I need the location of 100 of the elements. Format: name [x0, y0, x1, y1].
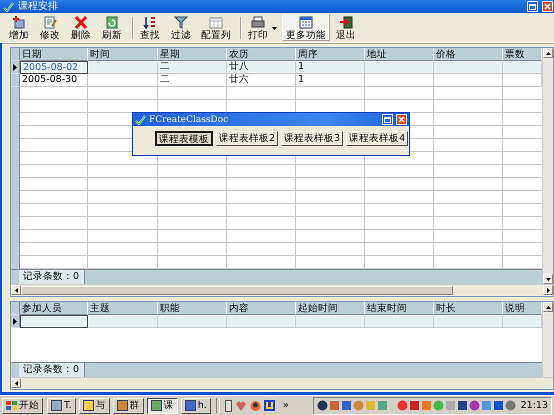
column-header[interactable]: 结束时间 [365, 302, 434, 315]
tray-icon[interactable] [468, 400, 480, 411]
template-button[interactable]: 课程表样板4 [346, 131, 408, 146]
column-header[interactable]: 内容 [227, 302, 296, 315]
current-row-icon [13, 318, 17, 324]
up-arrow-icon [546, 306, 550, 308]
maximize-button[interactable] [527, 1, 538, 12]
column-header[interactable]: 时长 [434, 302, 503, 315]
record-count: 记录条数：0 [19, 270, 85, 284]
close-button[interactable] [542, 1, 553, 12]
app-icon [150, 400, 162, 411]
table-cell [88, 315, 158, 328]
dialog-title: FCreateClassDoc [149, 114, 230, 124]
maximize-icon [529, 4, 536, 10]
tray-icon[interactable] [492, 400, 504, 411]
column-header[interactable]: 价格 [434, 48, 503, 61]
more-icons-button[interactable]: » [276, 400, 295, 411]
app-icon[interactable] [250, 400, 261, 412]
close-button[interactable] [396, 114, 407, 125]
horizontal-scrollbar[interactable] [11, 377, 553, 389]
taskbar-button[interactable]: T. [47, 398, 76, 414]
column-header[interactable]: 职能 [158, 302, 227, 315]
table-cell [88, 61, 158, 74]
app-icon [184, 400, 196, 411]
toolbar-button[interactable]: 退出 [331, 14, 361, 41]
toolbar-button[interactable]: 刷新 [97, 14, 127, 41]
column-header[interactable]: 主题 [88, 302, 158, 315]
taskbar-button[interactable]: h. [180, 398, 211, 414]
window-title: 课程安排 [18, 0, 59, 12]
refresh-icon [105, 16, 119, 28]
toolbar-button[interactable]: 删除 [66, 14, 96, 41]
tray-icon[interactable] [408, 400, 420, 411]
close-icon [544, 3, 551, 10]
column-header[interactable]: 票数 [503, 48, 542, 61]
dropdown-icon [272, 26, 277, 30]
column-header[interactable]: 说明 [503, 302, 542, 315]
table-cell [503, 315, 542, 328]
column-header[interactable]: 农历 [227, 48, 296, 61]
template-button[interactable]: 课程表样板3 [281, 131, 344, 146]
down-arrow-icon [546, 278, 550, 280]
app-icon [82, 400, 94, 411]
template-button[interactable]: 课程表样板2 [216, 131, 278, 146]
toolbar-button[interactable]: 更多功能 [282, 14, 330, 41]
table-cell: 廿八 [227, 61, 296, 74]
column-header[interactable]: 起始时间 [296, 302, 365, 315]
start-button[interactable]: 开始 [2, 398, 43, 414]
app-icon[interactable] [264, 400, 275, 411]
table-cell: 2005-08-02 [20, 61, 88, 74]
tray-icon[interactable] [340, 400, 352, 411]
find-icon [143, 16, 157, 28]
taskbar-button[interactable]: 与 [78, 398, 110, 414]
taskbar-button[interactable]: 课 [146, 398, 178, 414]
vertical-scrollbar[interactable] [542, 48, 553, 284]
vertical-scrollbar[interactable] [542, 302, 553, 377]
table-cell [365, 315, 434, 328]
left-arrow-icon [14, 380, 18, 386]
column-header[interactable]: 周序 [296, 48, 365, 61]
horizontal-scrollbar[interactable] [11, 284, 553, 296]
windows-logo-icon [6, 400, 17, 410]
tray-icon[interactable] [316, 400, 328, 411]
toolbar-button[interactable]: 配置列 [197, 14, 235, 41]
header-corner [11, 48, 20, 61]
columns-icon [209, 16, 223, 28]
delete-icon [74, 16, 88, 28]
table-cell [434, 315, 503, 328]
app-icon[interactable] [224, 400, 232, 412]
taskbar-button[interactable]: 群 [112, 398, 144, 414]
toolbar-button[interactable]: 增加 [4, 14, 34, 41]
toolbar-button[interactable]: 过滤 [166, 14, 196, 41]
edit-icon [43, 16, 57, 28]
table-cell: 1 [296, 61, 365, 74]
table-cell [227, 315, 296, 328]
table-cell [434, 61, 503, 74]
more-icon [299, 16, 313, 28]
column-header[interactable]: 日期 [20, 48, 88, 61]
tray-icon[interactable] [456, 400, 468, 411]
toolbar-button[interactable]: 修改 [35, 14, 65, 41]
column-header[interactable]: 星期 [158, 48, 227, 61]
table-cell [158, 315, 227, 328]
close-icon [398, 116, 405, 123]
column-header[interactable]: 参加人员 [20, 302, 88, 315]
table-cell [20, 315, 88, 328]
app-icon [135, 114, 146, 124]
row-selector[interactable] [11, 315, 20, 328]
maximize-button[interactable] [382, 114, 393, 125]
current-row-icon [13, 64, 17, 70]
clock: 21:13 [520, 400, 548, 411]
header-corner [11, 302, 20, 315]
left-arrow-icon [14, 288, 18, 292]
table-cell [365, 61, 434, 74]
app-icon [51, 400, 62, 411]
record-count: 记录条数：0 [19, 363, 85, 377]
filter-icon [174, 16, 188, 28]
column-header[interactable]: 时间 [88, 48, 158, 61]
column-header[interactable]: 地址 [365, 48, 434, 61]
print-icon [251, 16, 265, 28]
right-arrow-icon [546, 288, 550, 292]
table-cell: 二 [158, 61, 227, 74]
row-selector[interactable] [11, 61, 20, 74]
template-button[interactable]: 课程表模板 [155, 131, 213, 146]
